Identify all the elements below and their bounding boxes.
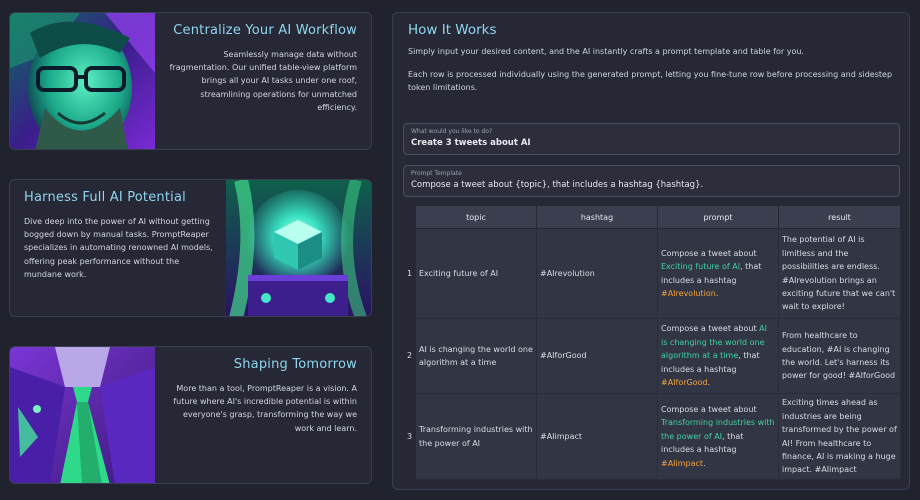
prompt-hashtag-highlight: #AIimpact — [661, 458, 704, 468]
hashtag-cell[interactable]: #AIrevolution — [536, 228, 658, 319]
prompt-template-value[interactable]: Compose a tweet about {topic}, that incl… — [411, 180, 892, 190]
prompt-cell[interactable]: Compose a tweet about AI is changing the… — [657, 318, 779, 394]
card-title: Shaping Tomorrow — [233, 357, 357, 372]
prompt-cell[interactable]: Compose a tweet about Exciting future of… — [657, 228, 779, 319]
column-header-topic: topic — [415, 205, 537, 229]
result-cell[interactable]: Exciting times ahead as industries are b… — [778, 393, 901, 480]
prompt-text: . — [703, 458, 706, 468]
topic-cell[interactable]: AI is changing the world one algorithm a… — [415, 318, 537, 394]
task-input-value[interactable]: Create 3 tweets about AI — [411, 138, 892, 148]
card-text: Dive deep into the power of AI without g… — [24, 217, 213, 279]
column-header-prompt: prompt — [657, 205, 779, 229]
table-row[interactable]: 2 AI is changing the world one algorithm… — [404, 318, 901, 394]
feature-card-harness: Harness Full AI Potential Dive deep into… — [9, 179, 372, 317]
card-title: Harness Full AI Potential — [24, 190, 186, 205]
card-text: Seamlessly manage data without fragmenta… — [169, 50, 357, 112]
glowing-cube-illustration — [226, 180, 371, 316]
table-header-row: topic hashtag prompt result — [403, 205, 901, 229]
prompt-text: Compose a tweet about — [661, 404, 757, 414]
result-cell[interactable]: The potential of AI is limitless and the… — [778, 228, 901, 319]
how-it-works-panel: How It Works Simply input your desired c… — [392, 12, 910, 490]
row-index: 3 — [406, 431, 413, 441]
prompt-text: Compose a tweet about — [661, 248, 757, 258]
prompt-template-input[interactable]: Prompt Template Compose a tweet about {t… — [403, 165, 900, 197]
suit-tie-illustration — [10, 347, 155, 483]
feature-card-shaping: Shaping Tomorrow More than a tool, Promp… — [9, 346, 372, 484]
task-input-label: What would you like to do? — [411, 128, 493, 135]
card-title: Centralize Your AI Workflow — [173, 23, 357, 38]
card-text: More than a tool, PromptReaper is a visi… — [173, 384, 357, 433]
prompt-cell[interactable]: Compose a tweet about Transforming indus… — [657, 393, 779, 480]
prompt-text: Compose a tweet about — [661, 324, 760, 334]
panel-title: How It Works — [408, 22, 497, 38]
topic-cell[interactable]: Transforming industries with the power o… — [415, 393, 537, 480]
prompt-template-label: Prompt Template — [411, 170, 462, 177]
prompt-text: . — [715, 288, 719, 298]
prompt-topic-highlight: Transforming industries with the power o… — [661, 418, 775, 441]
prompt-text: . — [707, 378, 711, 388]
hashtag-cell[interactable]: #AIimpact — [536, 393, 658, 480]
prompt-hashtag-highlight: #AIrevolution — [661, 288, 716, 298]
results-table: topic hashtag prompt result 1 Exciting f… — [403, 205, 901, 480]
row-index: 1 — [406, 268, 413, 278]
table-row[interactable]: 3 Transforming industries with the power… — [404, 393, 901, 480]
prompt-topic-highlight: Exciting future of AI — [661, 262, 741, 272]
table-row[interactable]: 1 Exciting future of AI #AIrevolution Co… — [404, 228, 901, 319]
panel-intro: Simply input your desired content, and t… — [408, 47, 804, 56]
index-header — [403, 205, 416, 229]
panel-description: Each row is processed individually using… — [408, 70, 893, 92]
task-input[interactable]: What would you like to do? Create 3 twee… — [403, 123, 900, 155]
prompt-hashtag-highlight: #AIforGood — [661, 378, 708, 388]
row-index: 2 — [406, 351, 413, 361]
result-cell[interactable]: From healthcare to education, #AI is cha… — [778, 318, 901, 394]
topic-cell[interactable]: Exciting future of AI — [415, 228, 537, 319]
column-header-result: result — [778, 205, 901, 229]
cyber-man-glasses-illustration — [10, 13, 155, 149]
column-header-hashtag: hashtag — [536, 205, 658, 229]
hashtag-cell[interactable]: #AIforGood — [536, 318, 658, 394]
feature-card-centralize: Centralize Your AI Workflow Seamlessly m… — [9, 12, 372, 150]
